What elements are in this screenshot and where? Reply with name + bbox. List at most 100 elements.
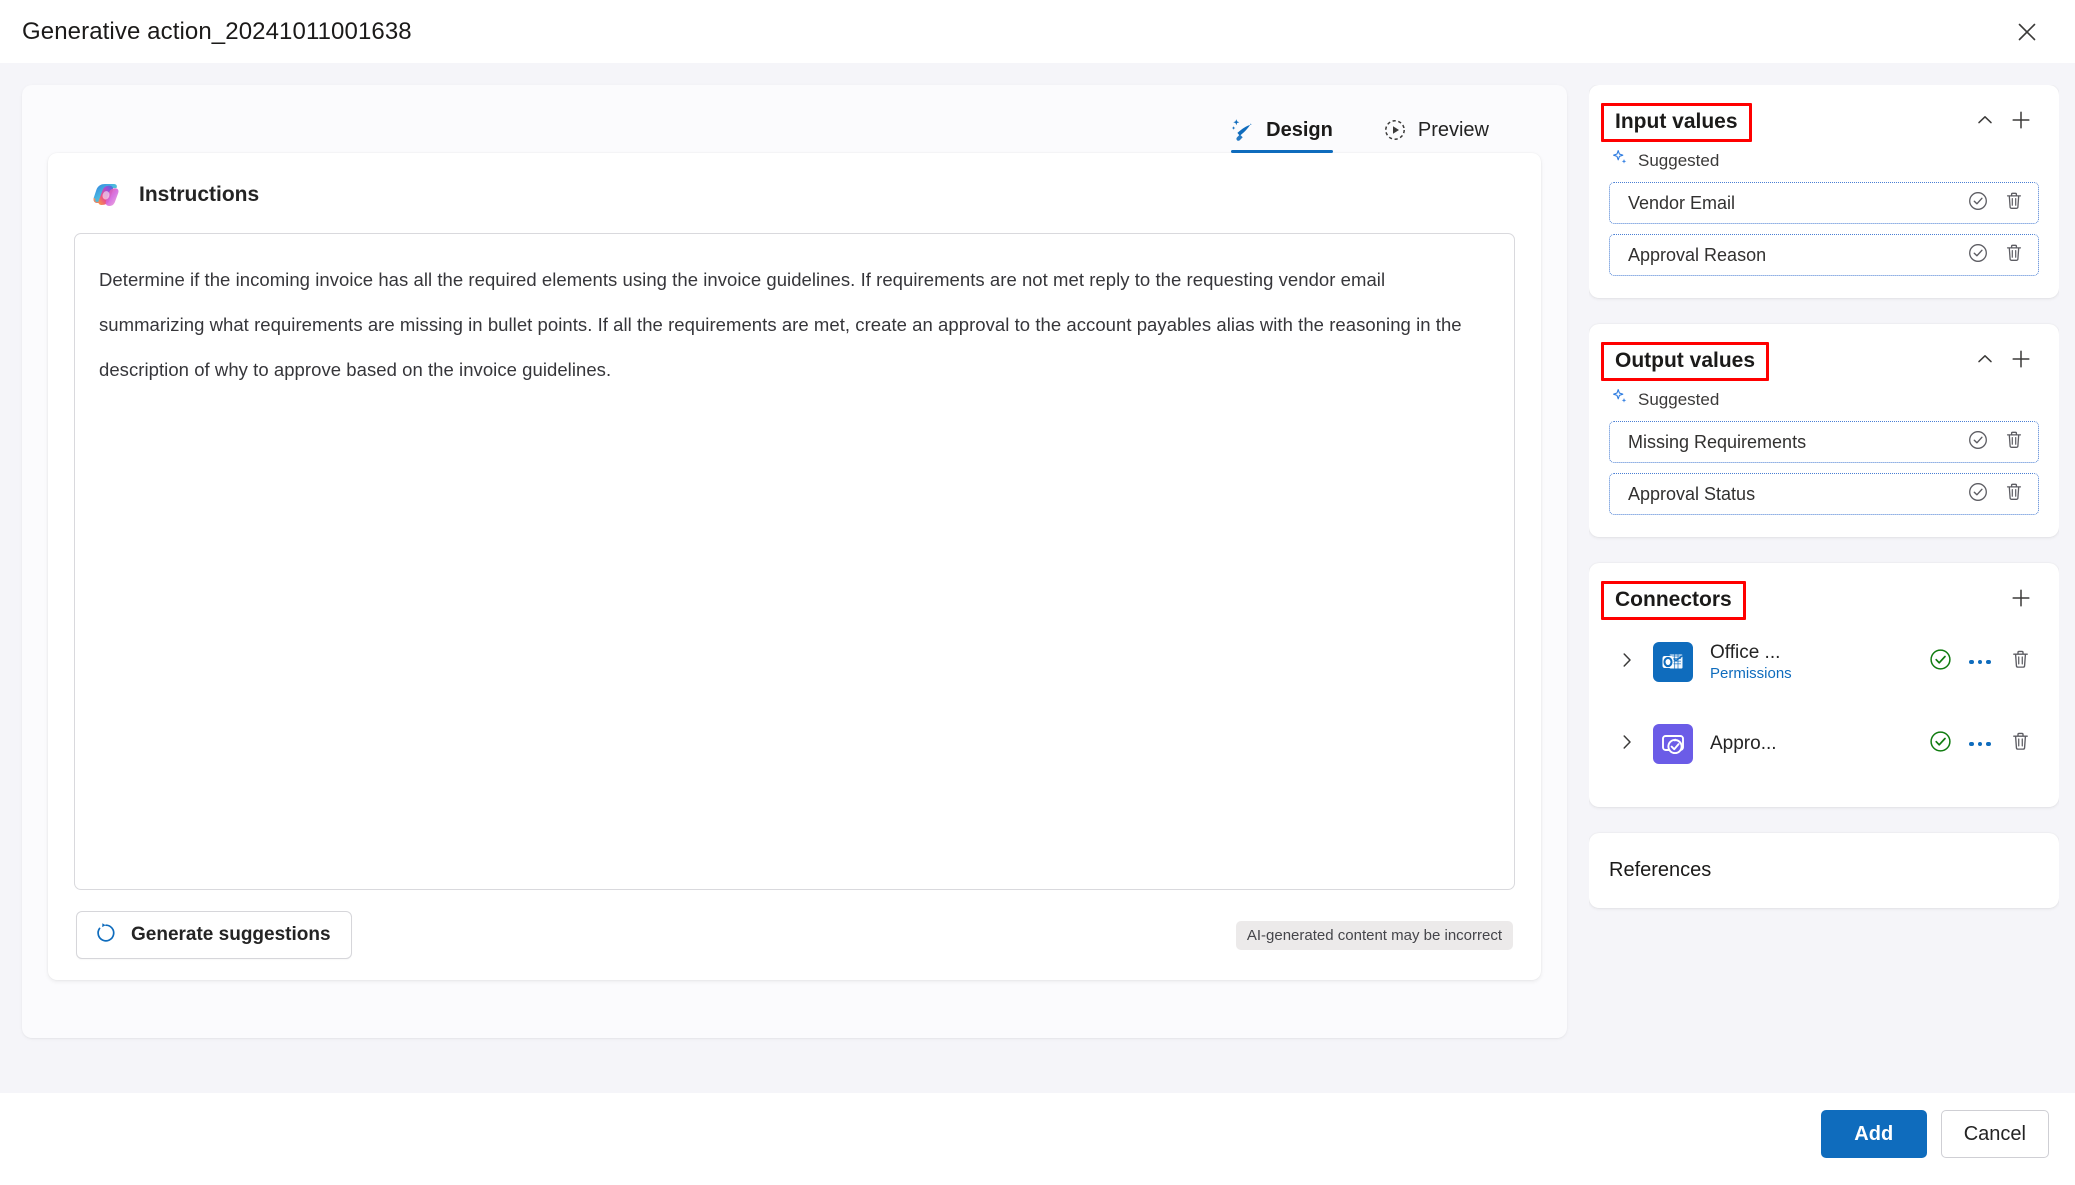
plus-icon [2010,587,2032,614]
ellipsis-icon [1977,741,1983,747]
play-circle-dashed-icon [1383,118,1407,142]
output-values-header: Output values [1601,342,2039,381]
ai-disclaimer: AI-generated content may be incorrect [1235,920,1513,950]
instructions-footer: Generate suggestions AI-generated conten… [74,890,1515,980]
input-values-collapse-button[interactable] [1967,104,2003,140]
chevron-right-icon [1617,732,1637,757]
check-circle-icon [1967,190,1989,217]
dialog-body: Design Preview Instructions Determine if… [0,63,2075,1093]
tab-preview-label: Preview [1417,118,1489,141]
instructions-header: Instructions [74,179,1515,233]
generate-suggestions-button[interactable]: Generate suggestions [76,911,352,959]
connectors-add-button[interactable] [2003,582,2039,618]
check-circle-green-icon [1928,729,1953,759]
tab-design[interactable]: Design [1217,118,1347,153]
accept-input-value-button[interactable] [1963,188,1993,218]
output-value-actions [1963,479,2029,509]
output-values-collapse-button[interactable] [1967,343,2003,379]
expand-connector-button[interactable] [1609,644,1645,680]
connector-status-button[interactable] [1925,729,1955,759]
sparkle-wand-icon [1231,118,1255,142]
connector-status-button[interactable] [1925,647,1955,677]
ellipsis-icon [1977,659,1983,665]
delete-input-value-button[interactable] [1999,188,2029,218]
output-values-suggested-row: Suggested [1609,382,2039,421]
ellipsis-icon [1986,741,1991,747]
connector-name: Appro... [1710,733,1777,754]
connector-name: Office ... [1710,642,1781,663]
trash-icon [2003,429,2025,456]
connector-row[interactable]: Office ... Permissions [1609,621,2039,703]
tab-preview[interactable]: Preview [1369,118,1503,153]
connector-row[interactable]: Appro... [1609,703,2039,785]
input-values-title-wrap: Input values [1601,103,1752,142]
cancel-button[interactable]: Cancel [1940,1110,2049,1158]
output-values-title: Output values [1615,349,1756,372]
refresh-icon [95,922,117,949]
connectors-panel: Connectors Office ... Permissions Appro.… [1589,563,2059,807]
accept-output-value-button[interactable] [1963,427,1993,457]
chevron-up-icon [1975,110,1995,135]
delete-connector-button[interactable] [2005,647,2035,677]
connector-actions [1925,729,2035,759]
sparkle-icon [1611,388,1629,411]
chevron-right-icon [1617,650,1637,675]
input-values-suggested-label: Suggested [1638,150,1720,170]
connector-actions [1925,647,2035,677]
tab-design-label: Design [1266,118,1333,141]
instructions-heading: Instructions [139,183,260,206]
check-circle-icon [1967,429,1989,456]
input-values-add-button[interactable] [2003,104,2039,140]
generative-action-dialog: Generative action_20241011001638 Design … [0,0,2075,1185]
trash-icon [2003,190,2025,217]
accept-output-value-button[interactable] [1963,479,1993,509]
input-values-header: Input values [1601,103,2039,142]
connector-permissions-link[interactable]: Permissions [1710,665,1925,682]
output-values-title-wrap: Output values [1601,342,1770,381]
output-value-label: Missing Requirements [1628,431,1807,452]
outlook-icon [1653,642,1693,682]
input-value-actions [1963,188,2029,218]
add-button[interactable]: Add [1820,1110,1927,1158]
delete-connector-button[interactable] [2005,729,2035,759]
output-value-actions [1963,427,2029,457]
connector-more-button[interactable] [1963,729,1997,759]
plus-icon [2010,109,2032,136]
input-values-suggested-row: Suggested [1609,143,2039,182]
instructions-card: Instructions Determine if the incoming i… [48,153,1541,980]
properties-rail: Input values Suggested Vendor Email Appr… [1589,85,2059,1093]
dialog-titlebar: Generative action_20241011001638 [0,0,2075,63]
sparkle-icon [1611,149,1629,172]
connectors-title: Connectors [1615,588,1732,611]
expand-connector-button[interactable] [1609,726,1645,762]
check-circle-green-icon [1928,647,1953,677]
trash-icon [2009,730,2032,758]
tablist: Design Preview [22,85,1567,153]
input-value-item[interactable]: Approval Reason [1609,234,2039,276]
dialog-footer: Add Cancel [0,1093,2075,1185]
delete-input-value-button[interactable] [1999,240,2029,270]
instructions-textarea[interactable]: Determine if the incoming invoice has al… [74,233,1515,890]
delete-output-value-button[interactable] [1999,479,2029,509]
connectors-title-wrap: Connectors [1601,581,1746,620]
instructions-text: Determine if the incoming invoice has al… [99,269,1467,380]
delete-output-value-button[interactable] [1999,427,2029,457]
close-button[interactable] [2005,10,2049,54]
output-value-item[interactable]: Missing Requirements [1609,421,2039,463]
accept-input-value-button[interactable] [1963,240,1993,270]
copilot-icon [90,179,122,211]
check-circle-icon [1967,481,1989,508]
approvals-icon [1653,724,1693,764]
close-icon [2016,21,2038,43]
connector-text: Office ... Permissions [1710,642,1925,682]
generate-suggestions-label: Generate suggestions [131,924,331,945]
references-title: References [1609,859,1712,881]
connector-more-button[interactable] [1963,647,1997,677]
output-values-add-button[interactable] [2003,343,2039,379]
design-surface: Design Preview Instructions Determine if… [22,85,1567,1038]
check-circle-icon [1967,242,1989,269]
input-value-item[interactable]: Vendor Email [1609,182,2039,224]
output-value-item[interactable]: Approval Status [1609,473,2039,515]
ellipsis-icon [1969,741,1974,747]
output-values-suggested-label: Suggested [1638,389,1720,409]
